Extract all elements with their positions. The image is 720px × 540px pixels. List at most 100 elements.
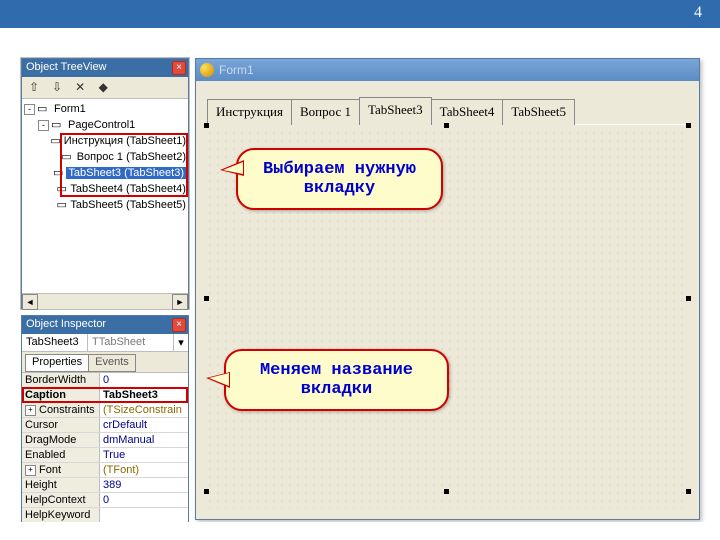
tree-item-label: TabSheet3 (TabSheet3): [66, 167, 186, 179]
inspector-prop-value[interactable]: (TFont): [100, 463, 188, 477]
form-client-area: ИнструкцияВопрос 1TabSheet3TabSheet4TabS…: [196, 81, 699, 519]
inspector-prop-value[interactable]: 0: [100, 493, 188, 507]
tree-item-tabsheet4[interactable]: ▭TabSheet4 (TabSheet4): [24, 181, 186, 197]
inspector-prop-value[interactable]: dmManual: [100, 433, 188, 447]
tree-item-tabsheet5[interactable]: ▭TabSheet5 (TabSheet5): [24, 197, 186, 213]
inspector-property-grid[interactable]: BorderWidth0CaptionTabSheet3Constraints(…: [22, 372, 188, 538]
callout-select-tab: Выбираем нужную вкладку: [236, 148, 443, 210]
toolbar-btn-1[interactable]: ⇧: [24, 78, 44, 96]
inspector-tabs: Properties Events: [22, 352, 188, 372]
close-icon[interactable]: ×: [172, 61, 186, 75]
page-icon: ▭: [53, 167, 63, 179]
callout-rename-tab: Меняем название вкладки: [224, 349, 449, 411]
selection-handle[interactable]: [686, 296, 691, 301]
tree-item-label: TabSheet4 (TabSheet4): [70, 183, 186, 195]
inspector-prop-value[interactable]: 0: [100, 373, 188, 387]
inspector-prop-name: Caption: [22, 388, 100, 402]
toolbar-btn-4[interactable]: ◆: [93, 78, 113, 96]
treeview-h-scrollbar[interactable]: ◄ ►: [22, 293, 188, 309]
callout-tail-fill: [209, 373, 229, 386]
inspector-row-helpkeyword[interactable]: HelpKeyword: [22, 508, 188, 523]
inspector-row-helpcontext[interactable]: HelpContext0: [22, 493, 188, 508]
toolbar-btn-2[interactable]: ⇩: [47, 78, 67, 96]
selection-handle[interactable]: [444, 489, 449, 494]
tree-item-label: Form1: [54, 103, 86, 115]
inspector-prop-name: HelpContext: [22, 493, 100, 507]
callout-tail-fill: [223, 162, 243, 174]
form-tab-3[interactable]: TabSheet4: [431, 99, 504, 125]
selection-handle[interactable]: [204, 123, 209, 128]
object-treeview-title: Object TreeView: [26, 61, 107, 73]
selection-handle[interactable]: [686, 489, 691, 494]
chevron-down-icon[interactable]: ▾: [173, 334, 188, 351]
page-icon: ▭: [51, 119, 65, 131]
inspector-object-name: TabSheet3: [22, 334, 88, 351]
selection-handle[interactable]: [204, 296, 209, 301]
tab-events[interactable]: Events: [88, 354, 136, 372]
form-tab-0[interactable]: Инструкция: [207, 99, 292, 125]
inspector-row-helptype[interactable]: HelpTypehtContext: [22, 523, 188, 538]
inspector-prop-name: HelpKeyword: [22, 508, 100, 522]
tree-item-tabsheet2[interactable]: ▭Вопрос 1 (TabSheet2): [24, 149, 186, 165]
tree-item-tabsheet1[interactable]: ▭ Инструкция (TabSheet1): [24, 133, 186, 149]
inspector-prop-name: HelpType: [22, 523, 100, 537]
treeview-toolbar: ⇧ ⇩ ✕ ◆: [22, 77, 188, 99]
inspector-prop-name: Enabled: [22, 448, 100, 462]
inspector-prop-value[interactable]: htContext: [100, 523, 188, 537]
form-titlebar: Form1: [196, 59, 699, 81]
inspector-row-borderwidth[interactable]: BorderWidth0: [22, 373, 188, 388]
tree-item-pagecontrol1[interactable]: -▭PageControl1: [24, 117, 186, 133]
inspector-prop-name: Constraints: [22, 403, 100, 417]
selection-handle[interactable]: [686, 123, 691, 128]
object-inspector-panel: Object Inspector × TabSheet3 TTabSheet ▾…: [21, 315, 189, 523]
inspector-prop-name: BorderWidth: [22, 373, 100, 387]
form-tab-1[interactable]: Вопрос 1: [291, 99, 360, 125]
selection-handle[interactable]: [444, 123, 449, 128]
inspector-prop-value[interactable]: 389: [100, 478, 188, 492]
tree-item-label: TabSheet5 (TabSheet5): [70, 199, 186, 211]
inspector-row-height[interactable]: Height389: [22, 478, 188, 493]
form-tab-2[interactable]: TabSheet3: [359, 97, 432, 125]
page-control-tabs: ИнструкцияВопрос 1TabSheet3TabSheet4TabS…: [207, 95, 689, 125]
inspector-object-selector[interactable]: TabSheet3 TTabSheet ▾: [22, 334, 188, 352]
inspector-row-cursor[interactable]: CursorcrDefault: [22, 418, 188, 433]
inspector-row-constraints[interactable]: Constraints(TSizeConstrain: [22, 403, 188, 418]
tab-properties[interactable]: Properties: [25, 354, 89, 372]
scroll-left-icon[interactable]: ◄: [22, 294, 38, 310]
tree-item-tabsheet3[interactable]: ▭TabSheet3 (TabSheet3): [24, 165, 186, 181]
inspector-prop-value[interactable]: (TSizeConstrain: [100, 403, 188, 417]
inspector-prop-value[interactable]: TabSheet3: [100, 388, 188, 402]
inspector-object-class: TTabSheet: [88, 334, 173, 351]
inspector-prop-value[interactable]: True: [100, 448, 188, 462]
page-icon: ▭: [50, 135, 60, 147]
inspector-prop-value[interactable]: crDefault: [100, 418, 188, 432]
close-icon[interactable]: ×: [172, 318, 186, 332]
toolbar-btn-3[interactable]: ✕: [70, 78, 90, 96]
page-icon: ▭: [57, 183, 68, 195]
inspector-row-caption[interactable]: CaptionTabSheet3: [22, 388, 188, 403]
slide-title-bar: 4: [0, 0, 720, 28]
object-inspector-titlebar: Object Inspector ×: [22, 316, 188, 334]
form-icon: [200, 63, 214, 77]
inspector-prop-name: Cursor: [22, 418, 100, 432]
slide-number: 4: [694, 4, 702, 22]
page-icon: ▭: [61, 151, 73, 163]
form-title: Form1: [219, 63, 254, 77]
selection-handle[interactable]: [204, 489, 209, 494]
object-treeview-panel: Object TreeView × ⇧ ⇩ ✕ ◆ -▭Form1-▭PageC…: [21, 58, 189, 309]
inspector-prop-name: DragMode: [22, 433, 100, 447]
page-icon: ▭: [37, 103, 51, 115]
inspector-row-font[interactable]: Font(TFont): [22, 463, 188, 478]
form-tab-4[interactable]: TabSheet5: [502, 99, 575, 125]
inspector-prop-value[interactable]: [100, 508, 188, 522]
page-icon: ▭: [57, 199, 68, 211]
tree-expander-icon[interactable]: -: [24, 104, 35, 115]
scroll-right-icon[interactable]: ►: [172, 294, 188, 310]
treeview-body[interactable]: -▭Form1-▭PageControl1▭Инструкция (TabShe…: [22, 99, 188, 293]
inspector-row-enabled[interactable]: EnabledTrue: [22, 448, 188, 463]
inspector-row-dragmode[interactable]: DragModedmManual: [22, 433, 188, 448]
tree-item-label: Инструкция (TabSheet1): [64, 135, 186, 147]
inspector-prop-name: Font: [22, 463, 100, 477]
tree-item-form1[interactable]: -▭Form1: [24, 101, 186, 117]
tree-expander-icon[interactable]: -: [38, 120, 49, 131]
